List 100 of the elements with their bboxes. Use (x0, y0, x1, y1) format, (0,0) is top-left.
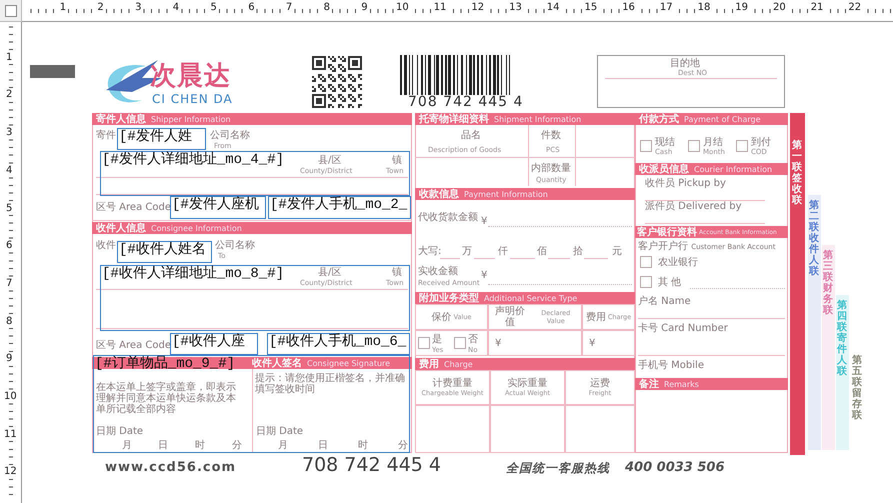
ruler-number: 3 (5, 128, 14, 138)
website-text: www.ccd56.com (105, 459, 236, 477)
tracking-number: 708 742 445 4 (302, 454, 442, 476)
table-cell: ¥ (488, 330, 582, 356)
ruler-number: 6 (5, 241, 14, 252)
logo-text: CI CHEN DA (152, 92, 233, 106)
checkbox[interactable] (640, 140, 652, 152)
ruler-number: 4 (172, 3, 180, 13)
checkbox[interactable] (736, 140, 748, 152)
option-label: 到付 (751, 137, 771, 148)
field-label: 户名 Name (638, 296, 691, 307)
field-label: 佰 (537, 246, 547, 257)
ruler-number: 20 (772, 3, 787, 13)
ruler-number: 5 (210, 3, 218, 13)
template-field[interactable]: [#发件人座机 (170, 196, 266, 219)
time-unit: 日 (158, 440, 168, 451)
field-label: 收件 (96, 240, 116, 251)
ruler-number: 16 (621, 3, 636, 13)
field-label: 寄件 (96, 130, 116, 141)
copy-label: 第二联收件人联 (809, 200, 819, 277)
section-title: Consignee Signature (307, 358, 390, 368)
destination-label: 目的地 (670, 58, 700, 69)
template-field[interactable]: [#发件人手机_mo_2_ (268, 196, 411, 219)
ruler-number: 5 (5, 204, 14, 214)
ruler-number: 6 (247, 3, 256, 13)
field-label: 公司名称 (210, 130, 250, 141)
ruler-number: 1 (5, 52, 14, 63)
section-title: 备注 (639, 378, 659, 390)
ruler-number: 9 (5, 354, 14, 364)
ruler-number: 11 (432, 3, 448, 13)
template-field[interactable]: [#收件人手机_mo_6_ (267, 333, 410, 355)
copy-label: 第四联寄件人联 (837, 300, 847, 377)
field-label: 镇 (392, 267, 402, 278)
field-label: ¥ (481, 216, 488, 227)
field-label: 区号 Area Code (96, 340, 171, 351)
field-label: 大写: (418, 246, 442, 257)
checkbox[interactable] (688, 140, 700, 152)
section-title: 付款方式 (639, 114, 679, 124)
ruler-number: 10 (395, 3, 410, 13)
field-label: 镇 (392, 155, 402, 166)
ruler-number: 15 (584, 3, 598, 13)
time-unit: 日 (318, 440, 328, 451)
time-unit: 时 (195, 440, 205, 451)
field-label: 实收金额 (418, 266, 458, 277)
checkbox[interactable] (454, 337, 466, 349)
ruler-number: 8 (322, 3, 331, 13)
section-title: 收款信息 (419, 188, 459, 200)
field-label: 手机号 Mobile (638, 360, 704, 371)
section-title: Payment of Charge (684, 114, 761, 124)
template-field[interactable]: [#发件人姓 (117, 128, 206, 150)
logo-text: 次晨达 (150, 62, 231, 90)
field-label: 区号 Area Code (96, 202, 171, 213)
ruler-number: 7 (5, 278, 14, 289)
ruler-number: 11 (3, 430, 18, 440)
ruler-number: 19 (734, 3, 750, 13)
ruler-number: 4 (5, 166, 14, 176)
section-title: Payment Information (464, 190, 548, 198)
hotline-number: 400 0033 506 (625, 459, 725, 477)
time-unit: 分 (398, 440, 408, 451)
field-label: 派件员 Delivered by (645, 201, 742, 212)
time-unit: 月 (122, 440, 132, 451)
section-title: 收件人信息 (96, 222, 146, 234)
copy-label: 第三联财务联 (823, 250, 833, 316)
section-title: Shipper Information (151, 114, 231, 124)
checkbox[interactable] (418, 337, 430, 349)
field-label: 仟 (498, 246, 508, 257)
ruler-number: 8 (5, 316, 14, 327)
ruler-number: 22 (847, 3, 862, 13)
field-label: 件数 (541, 130, 561, 141)
checkbox[interactable] (640, 276, 652, 288)
ruler-number: 1 (58, 3, 68, 13)
ruler-number: 2 (96, 3, 105, 13)
ruler-number: 13 (508, 3, 523, 13)
section-title: 托寄物详细资料 (419, 114, 489, 124)
ruler-number: 12 (470, 3, 486, 13)
ruler-number: 17 (658, 3, 674, 13)
section-title: 收派员信息 (639, 164, 689, 174)
time-unit: 月 (278, 440, 288, 451)
checkbox[interactable] (640, 256, 652, 268)
field-label: 拾 (573, 246, 583, 257)
section-title: Remarks (664, 380, 699, 388)
ruler-number: 14 (546, 3, 561, 13)
section-title: 寄件人信息 (96, 114, 146, 124)
copy-label: 第五联留存联 (852, 355, 862, 421)
table-cell (565, 405, 635, 453)
section-title: 收件人签名 (252, 358, 302, 368)
option-label: 是 (432, 334, 442, 345)
table-cell: ¥ (582, 330, 635, 356)
marker-bar (30, 65, 75, 78)
ruler-number: 18 (696, 3, 712, 13)
option-label: 农业银行 (658, 257, 698, 268)
option-label: 现结 (655, 137, 675, 148)
section-title: 费用 (419, 358, 439, 370)
field-label: 收件员 Pickup by (645, 178, 726, 189)
template-field[interactable]: [#收件人姓名 (117, 241, 212, 263)
option-label: 否 (468, 334, 478, 345)
date-label: 日期 Date (96, 426, 144, 437)
option-label: 其 他 (658, 277, 682, 288)
time-unit: 时 (358, 440, 368, 451)
template-field[interactable]: [#收件人座 (170, 333, 258, 355)
